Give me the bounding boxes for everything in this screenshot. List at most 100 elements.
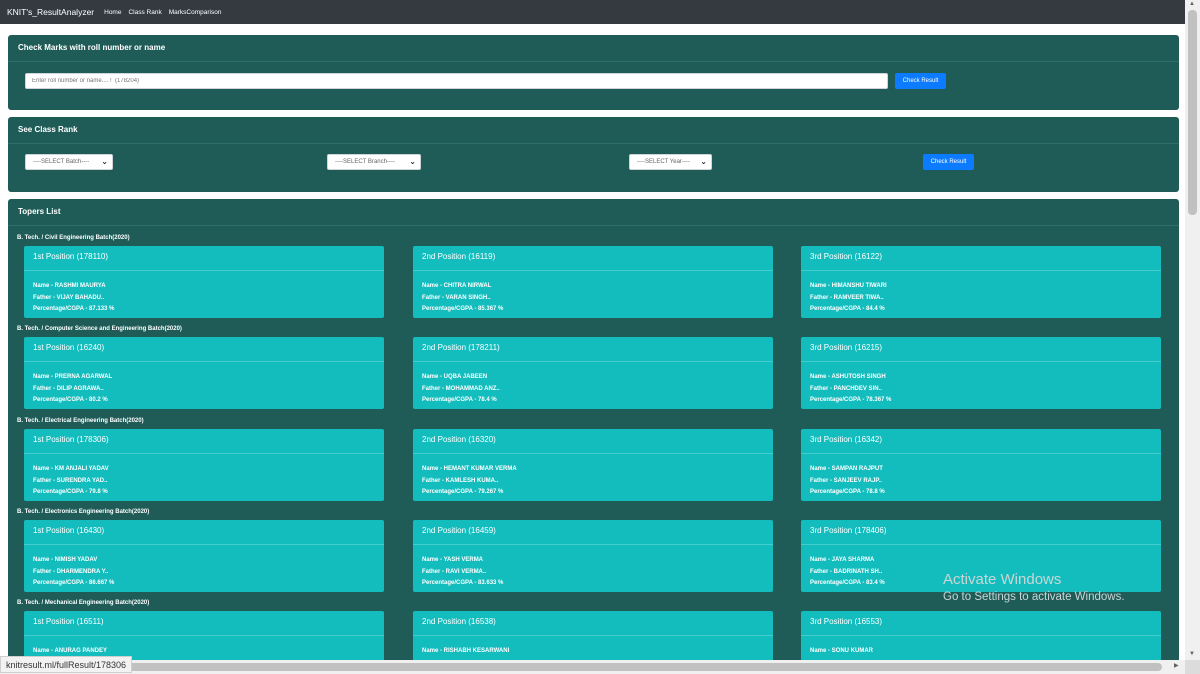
year-select-value: ----SELECT Year---- <box>637 159 690 165</box>
topper-father: Father - PANCHDEV SIN.. <box>810 385 882 392</box>
topper-name: Name - PRERNA AGARWAL <box>33 374 113 380</box>
chevron-down-icon: ⌄ <box>700 157 707 166</box>
scroll-down-icon[interactable]: ▼ <box>1189 651 1195 657</box>
topper-card[interactable]: 2nd Position (16459) Name - YASH VERMA F… <box>413 520 773 592</box>
topper-father: Father - MOHAMMAD ANZ.. <box>422 385 500 392</box>
topper-card[interactable]: 1st Position (178306) Name - KM ANJALI Y… <box>24 429 384 501</box>
topper-name: Name - JAYA SHARMA <box>810 557 875 563</box>
check-result-button[interactable]: Check Result <box>895 73 946 89</box>
check-marks-card: Check Marks with roll number or name Che… <box>8 35 1179 110</box>
class-rank-title: See Class Rank <box>8 117 1179 144</box>
topper-card[interactable]: 3rd Position (16122) Name - HIMANSHU TIW… <box>801 246 1161 318</box>
topper-position: 3rd Position (16122) <box>801 246 1161 271</box>
nav-home[interactable]: Home <box>104 9 121 16</box>
topper-name: Name - RISHABH KESARWANI <box>422 648 510 654</box>
class-rank-card: See Class Rank ----SELECT Batch---- ⌄ --… <box>8 117 1179 192</box>
navbar: KNIT's_ResultAnalyzer Home Class Rank Ma… <box>0 0 1185 24</box>
topper-percentage: Percentage/CGPA - 87.133 % <box>33 306 115 312</box>
branch-label-cse: B. Tech. / Computer Science and Engineer… <box>17 326 182 332</box>
topper-father: Father - SURENDRA YAD.. <box>33 477 108 484</box>
topper-percentage: Percentage/CGPA - 83.633 % <box>422 580 504 586</box>
topper-name: Name - RASHMI MAURYA <box>33 283 106 289</box>
topper-position: 3rd Position (16553) <box>801 611 1161 636</box>
topper-position: 3rd Position (16215) <box>801 337 1161 362</box>
batch-select[interactable]: ----SELECT Batch---- ⌄ <box>25 154 113 170</box>
topper-position: 2nd Position (178211) <box>413 337 773 362</box>
activate-windows-title: Activate Windows <box>943 571 1062 588</box>
roll-search-input[interactable] <box>25 73 888 89</box>
topper-percentage: Percentage/CGPA - 85.367 % <box>422 306 504 312</box>
topper-percentage: Percentage/CGPA - 79.267 % <box>422 489 504 495</box>
topper-card[interactable]: 2nd Position (16119) Name - CHITRA NIRWA… <box>413 246 773 318</box>
main-page: Check Marks with roll number or name Che… <box>0 24 1185 660</box>
branch-label-civil: B. Tech. / Civil Engineering Batch(2020) <box>17 235 130 241</box>
scrollbar-corner <box>1185 660 1200 674</box>
chevron-down-icon: ⌄ <box>409 157 416 166</box>
topper-name: Name - HIMANSHU TIWARI <box>810 283 887 289</box>
status-bar-url: knitresult.ml/fullResult/178306 <box>0 656 133 673</box>
topper-position: 1st Position (16511) <box>24 611 384 636</box>
scroll-right-icon[interactable]: ▶ <box>1174 662 1179 669</box>
chevron-down-icon: ⌄ <box>101 157 108 166</box>
topper-father: Father - DHARMENDRA Y.. <box>33 568 109 575</box>
vertical-scroll-thumb[interactable] <box>1188 10 1197 215</box>
branch-select-value: ----SELECT Branch---- <box>335 159 395 165</box>
check-marks-title: Check Marks with roll number or name <box>8 35 1179 62</box>
year-select[interactable]: ----SELECT Year---- ⌄ <box>629 154 712 170</box>
topper-name: Name - NIMISH YADAV <box>33 557 98 563</box>
class-rank-check-button[interactable]: Check Result <box>923 154 974 170</box>
horizontal-scrollbar[interactable]: ◀ ▶ <box>0 660 1185 674</box>
horizontal-scroll-thumb[interactable] <box>12 663 1162 671</box>
topper-position: 2nd Position (16538) <box>413 611 773 636</box>
topper-father: Father - VIJAY BAHADU.. <box>33 294 105 301</box>
topper-card[interactable]: 1st Position (178110) Name - RASHMI MAUR… <box>24 246 384 318</box>
topper-card[interactable]: 1st Position (16240) Name - PRERNA AGARW… <box>24 337 384 409</box>
branch-label-mechanical: B. Tech. / Mechanical Engineering Batch(… <box>17 600 150 606</box>
topper-percentage: Percentage/CGPA - 86.667 % <box>33 580 115 586</box>
topper-position: 1st Position (178306) <box>24 429 384 454</box>
topper-card[interactable]: 3rd Position (16215) Name - ASHUTOSH SIN… <box>801 337 1161 409</box>
activate-windows-subtitle: Go to Settings to activate Windows. <box>943 591 1125 603</box>
topper-percentage: Percentage/CGPA - 78.367 % <box>810 397 892 403</box>
topper-name: Name - HEMANT KUMAR VERMA <box>422 466 517 472</box>
topper-percentage: Percentage/CGPA - 79.8 % <box>33 489 108 495</box>
topper-father: Father - VARAN SINGH.. <box>422 294 491 301</box>
topper-name: Name - UQBA JABEEN <box>422 374 488 380</box>
topper-position: 1st Position (16240) <box>24 337 384 362</box>
topper-name: Name - SAMPAN RAJPUT <box>810 466 883 472</box>
batch-select-value: ----SELECT Batch---- <box>33 159 90 165</box>
topper-name: Name - YASH VERMA <box>422 557 484 563</box>
topper-position: 2nd Position (16320) <box>413 429 773 454</box>
topper-card[interactable]: 2nd Position (16538) Name - RISHABH KESA… <box>413 611 773 660</box>
topper-card[interactable]: 2nd Position (178211) Name - UQBA JABEEN… <box>413 337 773 409</box>
topper-card[interactable]: 1st Position (16430) Name - NIMISH YADAV… <box>24 520 384 592</box>
topper-percentage: Percentage/CGPA - 84.4 % <box>810 306 885 312</box>
topper-father: Father - KAMLESH KUMA.. <box>422 477 499 484</box>
topper-father: Father - DILIP AGRAWA.. <box>33 385 104 392</box>
topper-father: Father - RAMVEER TIWA.. <box>810 294 884 301</box>
topper-percentage: Percentage/CGPA - 78.4 % <box>422 397 497 403</box>
branch-select[interactable]: ----SELECT Branch---- ⌄ <box>327 154 421 170</box>
topper-position: 3rd Position (178406) <box>801 520 1161 545</box>
branch-label-electronics: B. Tech. / Electronics Engineering Batch… <box>17 509 150 515</box>
topper-position: 1st Position (178110) <box>24 246 384 271</box>
scroll-up-icon[interactable]: ▲ <box>1189 1 1195 7</box>
topper-card[interactable]: 1st Position (16511) Name - ANURAG PANDE… <box>24 611 384 660</box>
topper-percentage: Percentage/CGPA - 80.2 % <box>33 397 108 403</box>
topper-position: 3rd Position (16342) <box>801 429 1161 454</box>
topper-name: Name - SONU KUMAR <box>810 648 874 654</box>
nav-class-rank[interactable]: Class Rank <box>128 9 161 16</box>
topper-father: Father - SANJEEV RAJP.. <box>810 477 882 484</box>
nav-marks-comparison[interactable]: MarksComparison <box>169 9 222 16</box>
topper-name: Name - ASHUTOSH SINGH <box>810 374 886 380</box>
topper-percentage: Percentage/CGPA - 78.8 % <box>810 489 885 495</box>
topper-position: 1st Position (16430) <box>24 520 384 545</box>
topper-card[interactable]: 2nd Position (16320) Name - HEMANT KUMAR… <box>413 429 773 501</box>
topper-name: Name - CHITRA NIRWAL <box>422 283 492 289</box>
toppers-title: Topers List <box>8 199 1179 226</box>
topper-card[interactable]: 3rd Position (16553) Name - SONU KUMAR <box>801 611 1161 660</box>
topper-card[interactable]: 3rd Position (16342) Name - SAMPAN RAJPU… <box>801 429 1161 501</box>
brand-link[interactable]: KNIT's_ResultAnalyzer <box>7 7 94 17</box>
vertical-scrollbar[interactable]: ▲ ▼ <box>1185 0 1200 660</box>
branch-label-electrical: B. Tech. / Electrical Engineering Batch(… <box>17 418 144 424</box>
